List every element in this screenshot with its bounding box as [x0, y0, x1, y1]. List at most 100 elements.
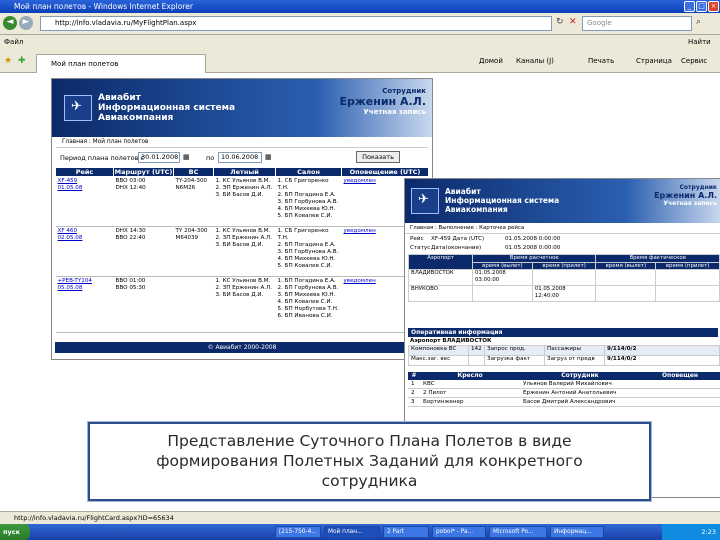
forward-icon[interactable]: ► — [19, 16, 33, 30]
start-button[interactable]: пуск — [0, 524, 30, 540]
crew-seat: 2 Пилот — [420, 388, 520, 398]
aircraft-cell — [173, 276, 214, 333]
add-favorite-icon[interactable]: ✚ — [18, 56, 26, 66]
table-row[interactable]: XF 460 02.05.08 DHX 14:30 ВВО 22:40 TY 2… — [55, 226, 429, 277]
crew-seat: КВС — [420, 380, 520, 389]
calendar-icon[interactable]: ▦ — [265, 153, 272, 161]
tool-page[interactable]: Страница — [636, 57, 672, 65]
ops-cell: 142 — [468, 345, 485, 356]
crew-seat: Бортинженер — [420, 397, 520, 407]
taskbar-item[interactable]: pobol* - Pa... — [432, 526, 486, 538]
favorites-icon[interactable]: ★ — [4, 56, 12, 66]
route-cell: DHX 14:30 ВВО 22:40 — [113, 226, 174, 277]
col-notified: Оповещен — [640, 372, 720, 380]
table-row: ВНУКОВО 01.05.2008 12:40:00 — [408, 285, 720, 302]
ops-airport: Аэропорт ВЛАДИВОСТОК — [410, 338, 492, 344]
col-employee: Сотрудник — [520, 372, 640, 380]
table-header: # Кресло Сотрудник Оповещен — [408, 372, 720, 380]
close-icon[interactable]: × — [708, 1, 719, 12]
table-row[interactable]: XF-459 01.05.08 ВВО 03:00 DHX 12:40 TY-2… — [55, 176, 429, 227]
calendar-icon[interactable]: ▦ — [183, 153, 190, 161]
taskbar-item[interactable]: Microsoft Po... — [489, 526, 547, 538]
breadcrumb: Главная : Мой план полетов — [56, 137, 428, 148]
date-from-input[interactable]: 30.01.2008 — [138, 152, 180, 163]
ops-cell: Макс.заг. вес — [408, 355, 469, 366]
status-url: http://info.vladavia.ru/FlightCard.aspx?… — [14, 514, 174, 522]
status-bar: http://info.vladavia.ru/FlightCard.aspx?… — [0, 511, 720, 524]
stop-icon[interactable]: ✕ — [569, 17, 577, 27]
back-icon[interactable]: ◄ — [3, 16, 17, 30]
search-icon[interactable]: ⌕ — [696, 17, 701, 27]
dep-act-header: время (вылет) — [595, 261, 657, 270]
window-title: Мой план полетов - Windows Internet Expl… — [14, 2, 193, 11]
flight-link[interactable]: +PEB-TY104 05.05.08 — [55, 276, 114, 333]
table-row: 2 2 Пилот Ерженин Антоний Анатольевич — [408, 388, 720, 398]
crew-table: # Кресло Сотрудник Оповещен 1 КВС Ульяно… — [408, 372, 720, 407]
col-seat: Кресло — [420, 372, 520, 380]
tool-feeds[interactable]: Каналы (J) — [516, 57, 554, 65]
maximize-icon[interactable]: □ — [696, 1, 707, 12]
clock: 2:23 — [701, 528, 716, 536]
col-aircraft[interactable]: ВС — [173, 167, 214, 177]
menu-find[interactable]: Найти — [688, 35, 711, 49]
col-route[interactable]: Маршрут (UTC) — [113, 167, 174, 177]
cabin-cell: 1. СБ Григоренко Т.Н. 2. БП Погадина Е.А… — [275, 226, 342, 277]
refresh-icon[interactable]: ↻ — [556, 17, 564, 27]
account-link[interactable]: Учетная запись — [316, 108, 426, 116]
col-cabin-crew[interactable]: Салон — [275, 167, 342, 177]
url-input[interactable]: http://lnfo.vladavia.ru/MyFlightPlan.asp… — [40, 16, 552, 31]
flight-link[interactable]: XF-459 01.05.08 — [55, 176, 114, 227]
app-name: Авиабит Информационная система Авиакомпа… — [445, 187, 559, 214]
col-flight[interactable]: Рейс — [55, 167, 114, 177]
taskbar-item[interactable]: [215-750-4... — [275, 526, 321, 538]
crew-notified — [640, 397, 720, 407]
crew-cell: 1. КС Ульянов В.М. 2. ЗП Ерженин А.Л. 3.… — [213, 276, 276, 333]
employee-label: Сотрудник — [679, 184, 717, 191]
taskbar-item[interactable]: 2 Part — [383, 526, 429, 538]
app-name-line3: Авиакомпания — [445, 205, 508, 214]
taskbar-item-active[interactable]: Мой план... — [324, 526, 380, 538]
app-name-line2: Информационная система — [98, 103, 236, 113]
table-header: Рейс Маршрут (UTC) ВС Летный Салон Опове… — [55, 167, 429, 177]
flight-link[interactable]: XF 460 02.05.08 — [55, 226, 114, 277]
menu-file[interactable]: Файл — [4, 35, 23, 49]
ops-cell: Компоновка ВС — [408, 345, 469, 356]
arr-act-header: время (прилет) — [655, 261, 720, 270]
ops-cell: 9/114/0/2 — [604, 355, 720, 366]
search-input[interactable]: Google — [582, 16, 692, 31]
account-link[interactable]: Учетная запись — [627, 200, 717, 207]
table-row[interactable]: +PEB-TY104 05.05.08 ВВО 01:00 ВВО 05:30 … — [55, 276, 429, 333]
flight-time: 01.05.2008 0:00:00 — [505, 236, 561, 242]
aircraft-cell: TY-204-300 N6M26 — [173, 176, 214, 227]
flight-value: XF-459 Дата (UTC) — [431, 236, 485, 242]
page-footer: © Авиабит 2000-2008 — [55, 342, 429, 353]
dep-time-cell: 01.05.2008 03:00:00 — [472, 269, 533, 286]
tab-my-flight-plan[interactable]: Мой план полетов — [36, 54, 206, 73]
crew-num: 1 — [408, 380, 420, 389]
schedule-table: Аэропорт Время расчетное Время фактическ… — [408, 254, 720, 302]
employee-name: Ерженин А.Л. — [654, 191, 717, 200]
date-to-input[interactable]: 10.06.2008 — [218, 152, 262, 163]
crew-num: 3 — [408, 397, 420, 407]
show-button[interactable]: Показать — [356, 151, 400, 163]
col-number: # — [408, 372, 420, 380]
route-cell: ВВО 01:00 ВВО 05:30 — [113, 276, 174, 333]
tool-home[interactable]: Домой — [479, 57, 503, 65]
tool-print[interactable]: Печать — [588, 57, 614, 65]
dep-est-header: время (вылет) — [472, 261, 533, 270]
status-value: Дата(окончание) — [431, 245, 482, 251]
employee-block: Сотрудник Ерженин А.Л. Учетная запись — [627, 184, 717, 207]
app-name-line2: Информационная система — [445, 196, 560, 205]
table-row: 1 КВС Ульянов Валерий Михайлович — [408, 380, 720, 389]
col-notification[interactable]: Оповещение (UTC) — [341, 167, 429, 177]
table-row: Компоновка ВС 142 Запрос прод. Пассажиры… — [408, 345, 720, 356]
table-row: ВЛАДИВОСТОК 01.05.2008 03:00:00 — [408, 269, 720, 286]
col-flight-crew[interactable]: Летный — [213, 167, 276, 177]
crew-num: 2 — [408, 388, 420, 398]
aircraft-cell: TY 204-300 M64039 — [173, 226, 214, 277]
flight-plan-window: Авиабит Информационная система Авиакомпа… — [51, 78, 433, 360]
tool-service[interactable]: Сервис — [681, 57, 707, 65]
taskbar-item[interactable]: Информац... — [550, 526, 604, 538]
app-header: Авиабит Информационная система Авиакомпа… — [52, 79, 432, 137]
minimize-icon[interactable]: _ — [684, 1, 695, 12]
